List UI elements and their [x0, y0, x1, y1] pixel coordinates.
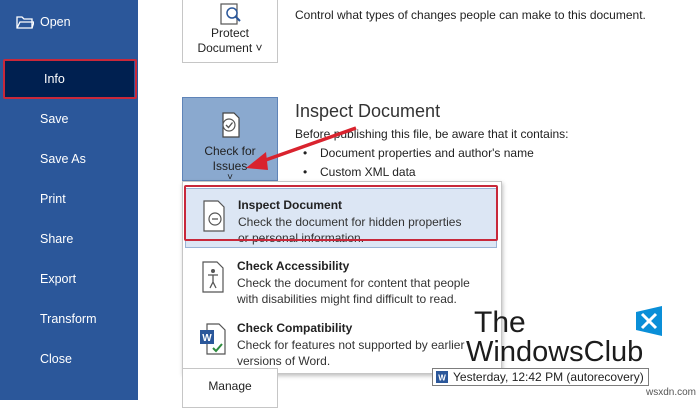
nav-share[interactable]: Share — [0, 221, 138, 257]
nav-save-label: Save — [40, 112, 69, 126]
menu-compatibility-title: Check Compatibility — [237, 321, 353, 335]
menu-check-accessibility[interactable]: Check Accessibility Check the document f… — [185, 250, 497, 310]
menu-desc-line: Check the document for content that peop… — [237, 276, 470, 290]
protect-tile-line2: Document ˅ — [197, 41, 263, 55]
nav-save-as[interactable]: Save As — [0, 141, 138, 177]
folder-open-icon — [16, 16, 34, 29]
menu-accessibility-title: Check Accessibility — [237, 259, 350, 273]
svg-text:W: W — [202, 333, 212, 344]
windows-logo-icon — [636, 306, 662, 336]
word-file-icon: W — [436, 371, 448, 383]
menu-compatibility-desc: Check for features not supported by earl… — [237, 337, 487, 369]
word-compatibility-icon: W — [200, 323, 226, 355]
lock-magnifier-icon — [220, 3, 241, 25]
check-issues-dropdown: Inspect Document Check the document for … — [182, 181, 502, 374]
nav-transform[interactable]: Transform — [0, 301, 138, 337]
nav-export-label: Export — [40, 272, 77, 286]
nav-share-label: Share — [40, 232, 74, 246]
nav-open[interactable]: Open — [0, 4, 138, 40]
menu-check-compatibility[interactable]: W Check Compatibility Check for features… — [185, 312, 497, 372]
annotation-arrow — [246, 126, 357, 170]
nav-save-as-label: Save As — [40, 152, 86, 166]
nav-save[interactable]: Save — [0, 101, 138, 137]
menu-desc-line: with disabilities might find difficult t… — [237, 292, 457, 306]
manage-tile-label: Manage — [208, 379, 252, 393]
protect-tile-line1: Protect — [210, 26, 249, 40]
menu-desc-line: versions of Word. — [237, 354, 331, 368]
accessibility-icon — [202, 261, 224, 293]
protect-description: Control what types of changes people can… — [295, 8, 646, 22]
nav-transform-label: Transform — [40, 312, 97, 326]
watermark-line2: WindowsClub — [466, 336, 644, 368]
svg-text:W: W — [438, 374, 446, 383]
menu-desc-line: Check for features not supported by earl… — [237, 338, 465, 352]
nav-export[interactable]: Export — [0, 261, 138, 297]
protect-document-button[interactable]: Protect Document ˅ — [182, 0, 278, 63]
manage-document-button[interactable]: Manage — [182, 368, 278, 408]
watermark-line1: The — [474, 306, 526, 339]
inspect-title: Inspect Document — [295, 101, 441, 121]
nav-print-label: Print — [40, 192, 66, 206]
inspect-highlight-box — [184, 185, 498, 241]
autorecovery-label: Yesterday, 12:42 PM (autorecovery) — [453, 370, 644, 384]
nav-print[interactable]: Print — [0, 181, 138, 217]
nav-close[interactable]: Close — [0, 341, 138, 377]
autorecovery-version-link[interactable]: W Yesterday, 12:42 PM (autorecovery) — [432, 368, 649, 386]
source-label: wsxdn.com — [645, 387, 696, 398]
nav-open-label: Open — [40, 15, 71, 29]
info-highlight-box — [3, 59, 137, 99]
menu-accessibility-desc: Check the document for content that peop… — [237, 275, 487, 307]
nav-close-label: Close — [40, 352, 72, 366]
watermark: The WindowsClub — [466, 306, 666, 370]
backstage-sidebar: Open Info Save Save As Print Share Expor… — [0, 0, 138, 400]
